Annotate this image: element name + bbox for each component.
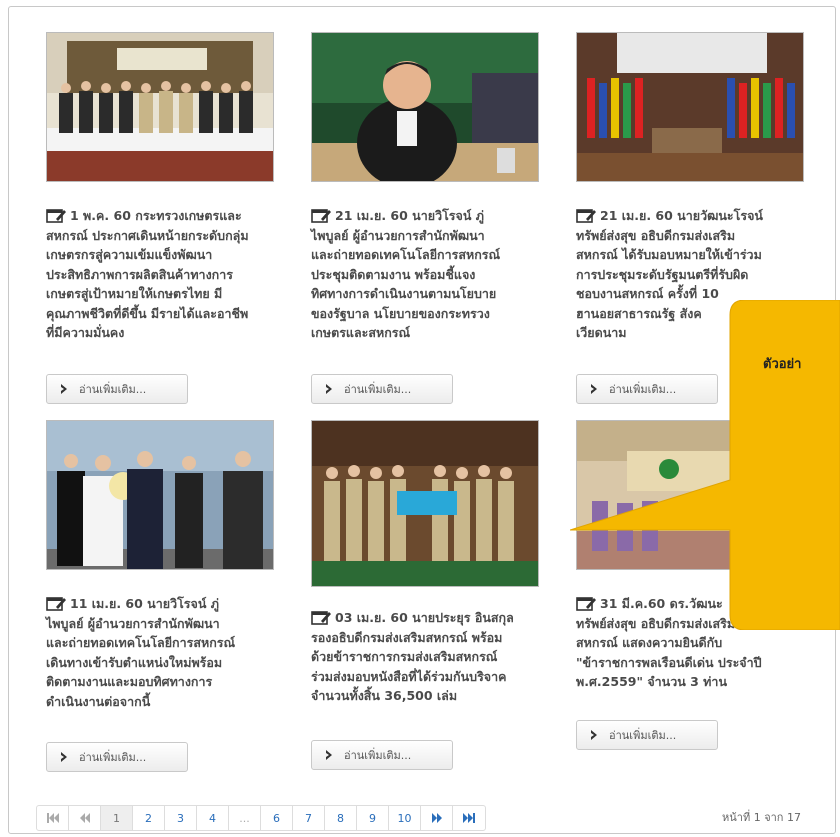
news-line: 11 เม.ย. 60 นายวิโรจน์ ภู่: [70, 596, 219, 611]
news-line: 21 เม.ย. 60 นายวิโรจน์ ภู่: [335, 208, 484, 223]
next-page-icon: [431, 813, 442, 823]
page-1-button[interactable]: 1: [101, 806, 133, 830]
read-more-button[interactable]: อ่านเพิ่มเติม...: [311, 740, 453, 770]
read-more-label: อ่านเพิ่มเติม...: [344, 749, 412, 762]
calendar-icon: [576, 209, 596, 223]
news-line: รองอธิบดีกรมส่งเสริมสหกรณ์ พร้อม: [311, 629, 503, 645]
chevron-right-icon: [61, 384, 67, 394]
calendar-icon: [46, 597, 66, 611]
read-more-label: อ่านเพิ่มเติม...: [79, 751, 147, 764]
news-line: 03 เม.ย. 60 นายประยุร อินสกุล: [335, 610, 514, 625]
last-page-icon: [463, 813, 475, 823]
page-10-button[interactable]: 10: [389, 806, 421, 830]
page-3-button[interactable]: 3: [165, 806, 197, 830]
last-page-button[interactable]: [453, 806, 485, 830]
prev-page-button[interactable]: [69, 806, 101, 830]
chevron-right-icon: [326, 750, 332, 760]
pagination: 1 2 3 4 ... 6 7 8 9 10: [36, 805, 486, 831]
page-7-button[interactable]: 7: [293, 806, 325, 830]
prev-page-icon: [79, 813, 90, 823]
news-line: 1 พ.ค. 60 กระทรวงเกษตรและ: [70, 208, 242, 223]
calendar-icon: [311, 611, 331, 625]
chevron-right-icon: [591, 730, 597, 740]
news-text: 21 เม.ย. 60 นายวิโรจน์ ภู่ ไพบูลย์ ผู้อำ…: [311, 206, 543, 343]
news-line: ด้วยข้าราชการกรมส่งเสริมสหกรณ์: [311, 649, 498, 664]
news-line: ของรัฐบาล นโยบายของกระทรวง: [311, 305, 490, 321]
callout-text: ตัวอย่า: [763, 357, 802, 372]
news-photo[interactable]: [311, 32, 539, 182]
news-line: ทรัพย์ส่งสุข อธิบดีกรมส่งเสริม: [576, 227, 736, 243]
page-ellipsis: ...: [229, 806, 261, 830]
news-line: พ.ศ.2559" จำนวน 3 ท่าน: [576, 674, 727, 689]
callout-bubble: [570, 300, 840, 630]
news-photo[interactable]: [311, 420, 539, 587]
chevron-right-icon: [326, 384, 332, 394]
read-more-label: อ่านเพิ่มเติม...: [344, 383, 412, 396]
news-line: ที่มีความมั่นคง: [46, 325, 125, 340]
news-line: 21 เม.ย. 60 นายวัฒนะโรจน์: [600, 208, 763, 223]
read-more-button[interactable]: อ่านเพิ่มเติม...: [46, 374, 188, 404]
read-more-button[interactable]: อ่านเพิ่มเติม...: [46, 742, 188, 772]
first-page-button[interactable]: [37, 806, 69, 830]
news-line: สหกรณ์ ได้รับมอบหมายให้เข้าร่วม: [576, 247, 762, 262]
news-text: 11 เม.ย. 60 นายวิโรจน์ ภู่ ไพบูลย์ ผู้อำ…: [46, 594, 278, 711]
news-line: ดำเนินงานต่อจากนี้: [46, 693, 151, 709]
read-more-button[interactable]: อ่านเพิ่มเติม...: [576, 720, 718, 750]
first-page-icon: [46, 813, 59, 823]
read-more-label: อ่านเพิ่มเติม...: [609, 729, 677, 742]
news-text: 1 พ.ค. 60 กระทรวงเกษตรและ สหกรณ์ ประกาศเ…: [46, 206, 278, 343]
news-line: ประสิทธิภาพการผลิตสินค้าทางการ: [46, 266, 233, 282]
chevron-right-icon: [61, 752, 67, 762]
news-line: สหกรณ์ แสดงความยินดีกับ: [576, 635, 723, 650]
news-line: "ข้าราชการพลเรือนดีเด่น ประจำปี: [576, 654, 762, 670]
news-line: เกษตรกรสู่ความเข้มแข็งพัฒนา: [46, 247, 213, 262]
news-line: ติดตามงานและมอบทิศทางการ: [46, 674, 213, 689]
page-8-button[interactable]: 8: [325, 806, 357, 830]
calendar-icon: [311, 209, 331, 223]
news-line: และถ่ายทอดเทคโนโลยีการสหกรณ์: [46, 635, 236, 650]
news-text: 03 เม.ย. 60 นายประยุร อินสกุล รองอธิบดีก…: [311, 608, 543, 706]
news-photo[interactable]: [46, 420, 274, 570]
news-line: ชอบงานสหกรณ์ ครั้งที่ 10: [576, 286, 719, 301]
page-4-button[interactable]: 4: [197, 806, 229, 830]
news-line: และถ่ายทอดเทคโนโลยีการสหกรณ์: [311, 247, 501, 262]
news-line: ไพบูลย์ ผู้อำนวยการสำนักพัฒนา: [311, 227, 485, 243]
news-line: สหกรณ์ ประกาศเดินหน้ายกระดับกลุ่ม: [46, 227, 249, 243]
news-line: ประชุมติดตามงาน พร้อมชี้แจง: [311, 266, 476, 282]
page-2-button[interactable]: 2: [133, 806, 165, 830]
calendar-icon: [46, 209, 66, 223]
page-info: หน้าที่ 1 จาก 17: [722, 811, 801, 824]
news-line: ไพบูลย์ ผู้อำนวยการสำนักพัฒนา: [46, 615, 220, 631]
read-more-button[interactable]: อ่านเพิ่มเติม...: [311, 374, 453, 404]
news-line: ร่วมส่งมอบหนังสือที่ได้ร่วมกันบริจาค: [311, 668, 507, 684]
page-9-button[interactable]: 9: [357, 806, 389, 830]
news-photo[interactable]: [576, 32, 804, 182]
news-line: คุณภาพชีวิตที่ดีขึ้น มีรายได้และอาชีพ: [46, 305, 249, 321]
news-photo[interactable]: [46, 32, 274, 182]
news-line: เดินทางเข้ารับตำแหน่งใหม่พร้อม: [46, 654, 223, 670]
next-page-button[interactable]: [421, 806, 453, 830]
news-line: การประชุมระดับรัฐมนตรีที่รับผิด: [576, 266, 749, 282]
news-line: จำนวนทั้งสิ้น 36,500 เล่ม: [311, 688, 458, 703]
news-line: ทิศทางการดำเนินงานตามนโยบาย: [311, 286, 497, 301]
read-more-label: อ่านเพิ่มเติม...: [79, 383, 147, 396]
news-line: เกษตรและสหกรณ์: [311, 325, 411, 340]
page-6-button[interactable]: 6: [261, 806, 293, 830]
news-line: เกษตรสู่เป้าหมายให้เกษตรไทย มี: [46, 286, 223, 301]
